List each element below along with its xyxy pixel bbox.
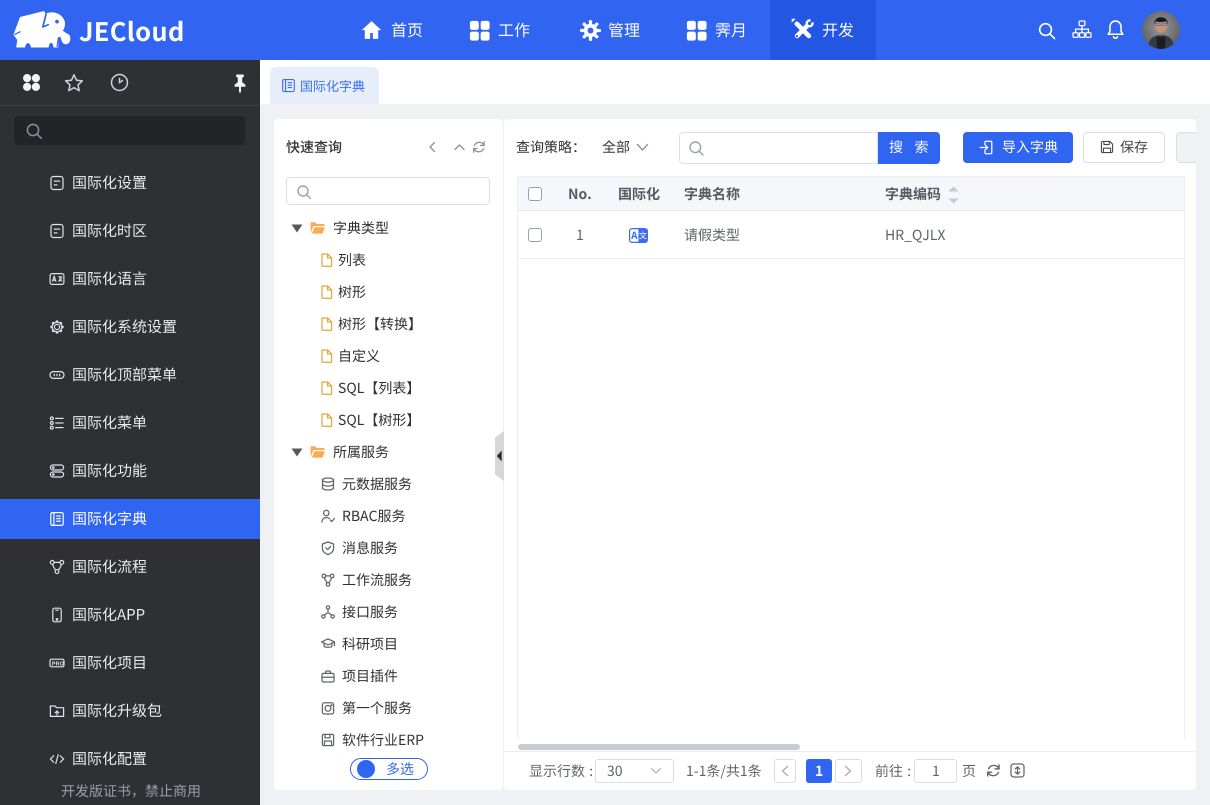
svg-text:PRO: PRO (52, 661, 64, 667)
